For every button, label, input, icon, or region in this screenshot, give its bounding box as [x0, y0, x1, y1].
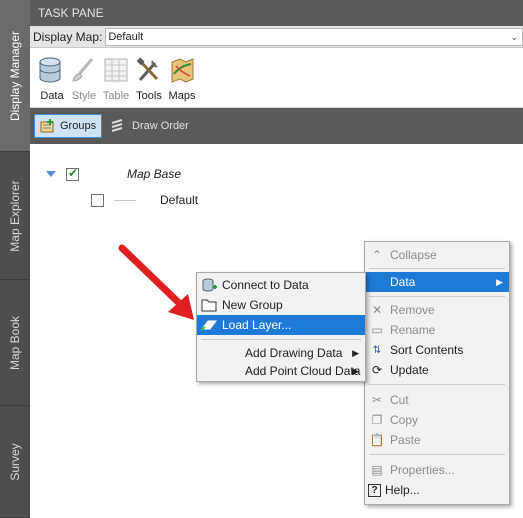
- layer-name: Default: [160, 193, 199, 207]
- properties-icon: ▤: [371, 463, 383, 477]
- menu-item-remove[interactable]: ✕ Remove: [365, 300, 509, 320]
- menu-item-rename[interactable]: ▭ Rename: [365, 320, 509, 340]
- layer-context-menu: ⌃ Collapse Data ▶ ✕ Remove ▭ Rename ⇅ So…: [364, 241, 510, 505]
- menu-item-paste[interactable]: 📋 Paste: [365, 430, 509, 450]
- blank-icon: [368, 274, 386, 290]
- menu-item-connect-to-data[interactable]: Connect to Data: [197, 275, 365, 295]
- menu-item-load-layer[interactable]: Load Layer...: [197, 315, 365, 335]
- tab-map-explorer[interactable]: Map Explorer: [0, 152, 30, 280]
- remove-icon: ✕: [371, 303, 383, 317]
- menu-item-data[interactable]: Data ▶: [365, 272, 509, 292]
- rename-icon: ▭: [371, 323, 383, 337]
- tree-group-row[interactable]: Map Base: [46, 166, 182, 181]
- menu-item-properties[interactable]: ▤ Properties...: [365, 460, 509, 480]
- expand-triangle-icon[interactable]: [46, 171, 56, 177]
- group-name: Map Base: [127, 167, 182, 181]
- menu-item-add-drawing-data[interactable]: Add Drawing Data ▶: [197, 343, 365, 363]
- groups-icon: [40, 119, 54, 133]
- display-map-label: Display Map:: [33, 29, 103, 44]
- menu-item-copy[interactable]: ❐ Copy: [365, 410, 509, 430]
- data-button[interactable]: Data: [34, 56, 70, 102]
- draw-order-button[interactable]: Draw Order: [110, 114, 189, 138]
- paste-icon: 📋: [369, 433, 385, 447]
- menu-separator: [201, 339, 361, 340]
- menu-item-cut[interactable]: ✂ Cut: [365, 390, 509, 410]
- submenu-arrow-icon: ▶: [352, 347, 359, 358]
- menu-separator: [369, 384, 505, 385]
- tab-survey[interactable]: Survey: [0, 406, 30, 518]
- table-icon: [104, 58, 128, 82]
- blank-icon: [223, 363, 241, 379]
- tree-layer-row[interactable]: Default: [91, 193, 198, 207]
- help-icon: ?: [368, 483, 381, 497]
- red-arrow-annotation: [118, 244, 194, 320]
- folder-icon: [201, 299, 217, 312]
- display-map-bar: Display Map: Default ⌄: [30, 26, 523, 48]
- database-icon: [39, 57, 61, 83]
- menu-separator: [369, 296, 505, 297]
- submenu-arrow-icon: ▶: [496, 276, 503, 287]
- table-button[interactable]: Table: [98, 56, 134, 102]
- submenu-arrow-icon: ▶: [352, 365, 359, 376]
- display-map-select[interactable]: Default ⌄: [105, 27, 523, 46]
- tools-button[interactable]: Tools: [131, 56, 167, 102]
- toolbar-divider: [101, 116, 102, 136]
- maps-button[interactable]: Maps: [164, 56, 200, 102]
- collapse-icon: ⌃: [371, 248, 383, 262]
- load-layer-icon: [200, 320, 217, 331]
- map-icon: [171, 58, 194, 83]
- copy-icon: ❐: [371, 413, 383, 427]
- data-submenu: Connect to Data New Group Load Layer... …: [196, 272, 366, 382]
- groups-toolbar: Groups Draw Order: [30, 108, 523, 144]
- menu-item-update[interactable]: ⟳ Update: [365, 360, 509, 380]
- tools-icon: [136, 57, 159, 81]
- style-button[interactable]: Style: [66, 56, 102, 102]
- connect-data-icon: [202, 278, 217, 292]
- menu-separator: [369, 268, 505, 269]
- brush-icon: [72, 58, 94, 82]
- menu-item-new-group[interactable]: New Group: [197, 295, 365, 315]
- layer-style-swatch: [114, 199, 136, 201]
- menu-item-add-point-cloud-data[interactable]: Add Point Cloud Data ▶: [197, 361, 365, 381]
- blank-icon: [223, 345, 241, 361]
- ribbon: Data Style Table Tools Maps: [30, 48, 523, 108]
- display-map-value: Default: [108, 30, 144, 43]
- draw-order-icon: [111, 119, 123, 132]
- tab-display-manager[interactable]: Display Manager: [0, 0, 30, 152]
- cut-icon: ✂: [371, 393, 383, 407]
- update-icon: ⟳: [371, 363, 383, 377]
- tab-map-book[interactable]: Map Book: [0, 280, 30, 406]
- groups-button[interactable]: Groups: [34, 114, 103, 138]
- sort-icon: ⇅: [372, 344, 382, 356]
- menu-item-collapse[interactable]: ⌃ Collapse: [365, 245, 509, 265]
- menu-separator: [369, 454, 505, 455]
- menu-item-sort-contents[interactable]: ⇅ Sort Contents: [365, 340, 509, 360]
- side-tab-strip: Display Manager Map Explorer Map Book Su…: [0, 0, 30, 518]
- layer-visibility-checkbox[interactable]: [91, 193, 104, 207]
- pane-title: TASK PANE: [30, 0, 523, 26]
- chevron-down-icon: ⌄: [510, 31, 518, 42]
- group-visibility-checkbox[interactable]: [66, 166, 79, 181]
- menu-item-help[interactable]: ? Help...: [365, 480, 509, 500]
